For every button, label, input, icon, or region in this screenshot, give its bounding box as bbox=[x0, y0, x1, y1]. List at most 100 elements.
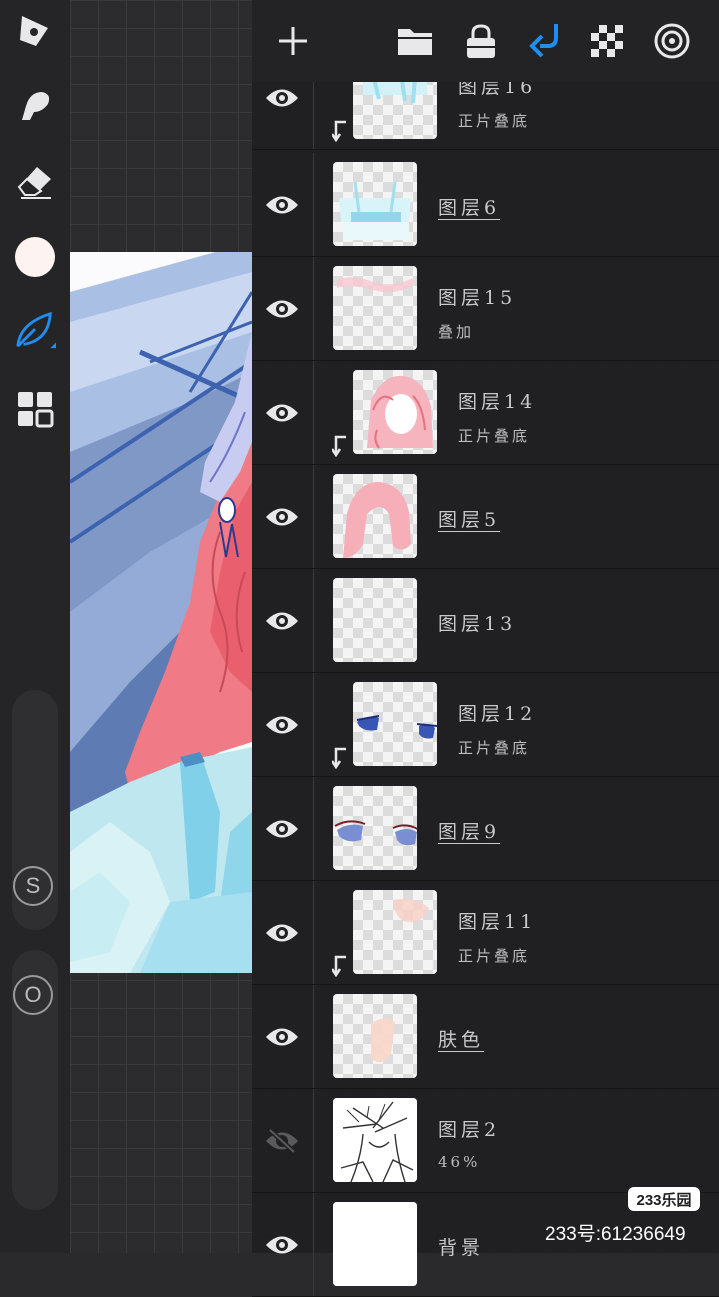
artwork-illustration bbox=[70, 252, 252, 973]
clip-arrow-icon bbox=[330, 435, 350, 458]
layer-row[interactable]: 图层6 bbox=[252, 153, 719, 257]
row-divider bbox=[313, 1089, 314, 1192]
eraser-tool[interactable] bbox=[14, 160, 56, 202]
layer-visibility-toggle[interactable] bbox=[262, 289, 302, 329]
artwork-canvas[interactable] bbox=[70, 252, 252, 973]
thumbnail-art bbox=[333, 1098, 417, 1182]
layer-visibility-toggle[interactable] bbox=[262, 497, 302, 537]
layer-thumbnail[interactable] bbox=[333, 994, 417, 1078]
layer-visibility-toggle[interactable] bbox=[262, 601, 302, 641]
row-divider bbox=[313, 985, 314, 1088]
layer-thumbnail[interactable] bbox=[353, 370, 437, 454]
layer-blend-mode[interactable]: 正片叠底 bbox=[458, 737, 530, 758]
folder-icon bbox=[398, 29, 432, 55]
brush-library[interactable] bbox=[14, 310, 56, 352]
eye-icon bbox=[266, 924, 298, 942]
eraser-icon bbox=[17, 167, 51, 199]
layer-blend-mode[interactable]: 46% bbox=[438, 1153, 480, 1171]
eye-icon bbox=[266, 612, 298, 630]
layer-thumbnail[interactable] bbox=[333, 1202, 417, 1286]
layer-row[interactable]: 图层15 叠加 bbox=[252, 257, 719, 361]
layer-thumbnail[interactable] bbox=[333, 578, 417, 662]
layer-visibility-toggle[interactable] bbox=[262, 1017, 302, 1057]
eye-icon bbox=[266, 404, 298, 422]
color-swatch-icon bbox=[15, 237, 55, 277]
layer-name: 图层6 bbox=[438, 197, 501, 219]
thumbnail-art bbox=[334, 820, 417, 846]
layer-name: 图层2 bbox=[438, 1119, 501, 1141]
layers-header bbox=[252, 0, 719, 82]
layer-blend-mode[interactable]: 正片叠底 bbox=[458, 945, 530, 966]
pen-nib-icon bbox=[20, 16, 48, 46]
layer-name: 图层5 bbox=[438, 509, 501, 531]
clip-arrow-icon bbox=[330, 747, 350, 770]
layer-row[interactable]: 图层12 正片叠底 bbox=[252, 673, 719, 777]
layer-thumbnail[interactable] bbox=[353, 890, 437, 974]
layer-visibility-toggle[interactable] bbox=[262, 1121, 302, 1161]
layer-thumbnail[interactable] bbox=[333, 266, 417, 350]
layer-row[interactable]: 图层11 正片叠底 bbox=[252, 881, 719, 985]
layer-visibility-toggle[interactable] bbox=[262, 393, 302, 433]
eye-hidden-icon bbox=[266, 1128, 298, 1154]
thumbnail-art bbox=[339, 181, 411, 240]
eye-icon bbox=[266, 716, 298, 734]
layer-name: 肤色 bbox=[438, 1029, 485, 1051]
lock-layer-button[interactable] bbox=[460, 20, 502, 62]
watermark-logo: 233乐园 bbox=[628, 1187, 700, 1211]
lock-icon bbox=[467, 24, 495, 58]
size-slider-knob[interactable]: S bbox=[13, 866, 53, 906]
brush-tool[interactable] bbox=[14, 10, 56, 52]
gallery-grid[interactable] bbox=[14, 388, 56, 430]
new-group-button[interactable] bbox=[394, 20, 436, 62]
row-divider bbox=[313, 777, 314, 880]
row-divider bbox=[313, 465, 314, 568]
layer-thumbnail[interactable] bbox=[353, 682, 437, 766]
checkerboard-icon bbox=[591, 25, 623, 57]
layer-thumbnail[interactable] bbox=[333, 1098, 417, 1182]
layer-thumbnail[interactable] bbox=[333, 474, 417, 558]
layer-blend-mode[interactable]: 正片叠底 bbox=[458, 110, 530, 131]
clipping-mask-button[interactable] bbox=[524, 20, 566, 62]
thumbnail-art bbox=[367, 375, 433, 449]
thumbnail-art bbox=[343, 482, 411, 558]
layer-row[interactable]: 图层13 bbox=[252, 569, 719, 673]
layer-thumbnail[interactable] bbox=[333, 786, 417, 870]
eye-icon bbox=[266, 820, 298, 838]
layer-row[interactable]: 图层9 bbox=[252, 777, 719, 881]
row-divider bbox=[313, 257, 314, 360]
layer-name: 图层9 bbox=[438, 821, 501, 843]
layer-visibility-toggle[interactable] bbox=[262, 705, 302, 745]
thumbnail-art bbox=[356, 715, 437, 739]
smudge-tool[interactable] bbox=[14, 84, 56, 126]
add-layer-button[interactable] bbox=[272, 20, 314, 62]
layer-row[interactable]: 图层2 46% bbox=[252, 1089, 719, 1193]
row-divider bbox=[313, 361, 314, 464]
layer-thumbnail[interactable] bbox=[333, 162, 417, 246]
reference-button[interactable] bbox=[651, 20, 693, 62]
layer-row[interactable]: 肤色 bbox=[252, 985, 719, 1089]
layer-visibility-toggle[interactable] bbox=[262, 1225, 302, 1265]
row-divider bbox=[313, 1193, 314, 1296]
watermark-id: 233号:61236649 bbox=[545, 1224, 686, 1245]
layer-visibility-toggle[interactable] bbox=[262, 913, 302, 953]
color-picker[interactable] bbox=[14, 236, 56, 278]
thumbnail-art bbox=[333, 1202, 417, 1286]
layer-blend-mode[interactable]: 叠加 bbox=[438, 321, 474, 342]
layer-visibility-toggle[interactable] bbox=[262, 809, 302, 849]
row-divider bbox=[313, 881, 314, 984]
layer-name: 图层15 bbox=[438, 287, 517, 309]
layer-blend-mode[interactable]: 正片叠底 bbox=[458, 425, 530, 446]
layer-row[interactable]: 图层5 bbox=[252, 465, 719, 569]
layer-name: 背景 bbox=[438, 1237, 485, 1259]
alpha-lock-button[interactable] bbox=[586, 20, 628, 62]
opacity-slider-knob[interactable]: O bbox=[13, 975, 53, 1015]
row-divider bbox=[313, 569, 314, 672]
eye-icon bbox=[266, 508, 298, 526]
layer-visibility-toggle[interactable] bbox=[262, 185, 302, 225]
layer-visibility-toggle[interactable] bbox=[262, 78, 302, 118]
row-divider bbox=[313, 153, 314, 256]
clip-arrow-icon bbox=[330, 120, 350, 143]
add-icon bbox=[279, 27, 307, 55]
smudge-icon bbox=[22, 92, 50, 120]
layer-row[interactable]: 图层14 正片叠底 bbox=[252, 361, 719, 465]
